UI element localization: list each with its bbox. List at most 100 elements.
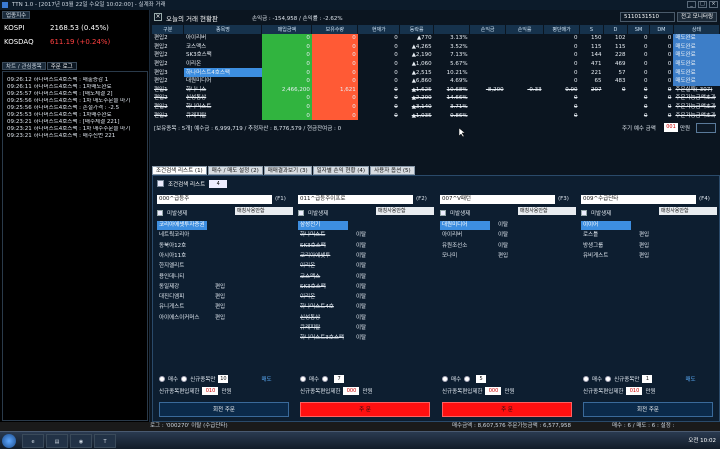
- list-item[interactable]: 네트웍코리아: [157, 231, 287, 240]
- close-icon[interactable]: ×: [154, 13, 162, 21]
- exclude-checkbox[interactable]: [440, 210, 446, 216]
- condition-count-select[interactable]: 4: [209, 179, 228, 188]
- count-input[interactable]: 10: [218, 375, 229, 383]
- condition-select[interactable]: 009^수급단타: [581, 195, 696, 204]
- limit-input[interactable]: 010: [626, 387, 643, 395]
- taskbar-app-icon[interactable]: ▤: [46, 434, 68, 448]
- tab-trade-results[interactable]: 매매결과보기 (3): [263, 166, 312, 175]
- account-select[interactable]: 5110131510: [620, 12, 675, 22]
- list-item[interactable]: 아이에스이커머스 편입: [157, 314, 287, 323]
- column-header[interactable]: 등락률: [399, 25, 435, 34]
- column-header[interactable]: [433, 25, 471, 34]
- table-row[interactable]: 편입2 아이리버 0 0 0 ▲770 3.13% 0 150 102 0 0 매도완료: [152, 34, 720, 43]
- column-header[interactable]: 평단매가: [543, 25, 581, 34]
- count-input[interactable]: 5: [476, 375, 487, 383]
- table-row[interactable]: 편입2 이리온 0 0 0 ▲1,060 5.67% 0 471 469 0 0 매도완료: [152, 59, 720, 69]
- buy-radio[interactable]: [442, 376, 448, 382]
- list-item[interactable]: 신성통상 이탈: [298, 314, 428, 323]
- table-row[interactable]: 편입2 대원미디어 0 0 0 ▲6,860 4.69% 0 65 483 0 0 매도완료: [152, 76, 720, 86]
- list-item[interactable]: 유비게스트 편입: [581, 252, 711, 261]
- apply-button[interactable]: [696, 123, 716, 133]
- condition-select[interactable]: 011^급등주이프로: [298, 195, 413, 204]
- list-item[interactable]: 코스맥스 이탈: [298, 273, 428, 282]
- buy-radio[interactable]: [583, 376, 589, 382]
- condition-checkbox[interactable]: [157, 180, 164, 187]
- table-row[interactable]: 편입2 하나머스트 0 0 0 ▲3,140 3.71% 0 0 0 주문가능금액초과: [152, 102, 720, 112]
- order-button[interactable]: 주 문: [300, 402, 430, 417]
- list-item[interactable]: 유니게스트 편입: [157, 303, 287, 312]
- table-row[interactable]: 편입2 코스맥스 0 0 0 ▲4,265 3.52% 0 115 115 0 0 매도완료: [152, 42, 720, 52]
- limit-input[interactable]: 000: [343, 387, 360, 395]
- tab-order-log[interactable]: 주문 로그: [46, 62, 77, 70]
- order-button[interactable]: 회전 주문: [583, 402, 713, 417]
- new-only-radio[interactable]: [464, 376, 471, 382]
- list-item[interactable]: 삼성전기: [298, 221, 428, 230]
- exclude-checkbox[interactable]: [581, 210, 587, 216]
- column-header[interactable]: S: [579, 25, 604, 34]
- list-item[interactable]: 이리온 이탈: [298, 262, 428, 271]
- new-only-radio[interactable]: [181, 376, 188, 382]
- taskbar-app-icon[interactable]: e: [22, 434, 44, 448]
- list-item[interactable]: 한지엘리트: [157, 262, 287, 271]
- tab-index[interactable]: 업종지수: [2, 11, 31, 19]
- list-item[interactable]: 대진디엠피 편입: [157, 293, 287, 302]
- order-button[interactable]: 주 문: [442, 402, 572, 417]
- column-header[interactable]: SM: [627, 25, 650, 34]
- condition-select[interactable]: 007^V패턴: [440, 195, 555, 204]
- list-item[interactable]: 큐캐피탈 이탈: [298, 324, 428, 333]
- maximize-button[interactable]: □: [698, 1, 707, 8]
- column-header[interactable]: 상태: [673, 25, 720, 34]
- list-item[interactable]: 모나미 편입: [440, 252, 570, 261]
- buy-radio[interactable]: [300, 376, 306, 382]
- matching-select[interactable]: 매칭사용안함: [376, 207, 434, 215]
- table-row[interactable]: 편입3 하나머스트4호스팩 0 0 0 ▲2,515 10.21% 0 221 57 0 0 매도완료: [152, 68, 720, 77]
- start-button[interactable]: [2, 434, 16, 448]
- list-item[interactable]: 하나머스트3호스팩 이탈: [298, 334, 428, 343]
- column-header[interactable]: 구분: [152, 25, 185, 34]
- list-item[interactable]: 코리아에셋투 이탈: [298, 252, 428, 261]
- limit-input[interactable]: 000: [485, 387, 502, 395]
- list-item[interactable]: 하나머스트4호 이탈: [298, 303, 428, 312]
- list-item[interactable]: 대원미디어 이탈: [440, 221, 570, 230]
- list-item[interactable]: 하나머스트 이탈: [298, 231, 428, 240]
- column-header[interactable]: 손익금: [469, 25, 507, 34]
- minimize-button[interactable]: _: [687, 1, 696, 8]
- table-row[interactable]: 편입1 하나니스 2,466,200 1,621 0 ▲1,625 10.68% -8,200…: [152, 85, 720, 95]
- order-button[interactable]: 회전 주문: [159, 402, 289, 417]
- list-item[interactable]: 아이리버 이탈: [440, 231, 570, 240]
- column-header[interactable]: 현재가: [357, 25, 401, 34]
- list-item[interactable]: 코리아에셋투자증권: [157, 221, 287, 230]
- list-item[interactable]: 로스틀 편입: [581, 231, 711, 240]
- list-item[interactable]: 동북아12호: [157, 242, 287, 251]
- column-header[interactable]: 손익률: [505, 25, 545, 34]
- tab-buy-sell-settings[interactable]: 매수 / 매도 설정 (2): [207, 166, 263, 175]
- table-row[interactable]: 편입2 신성통상 0 0 0 ▲2,200 14.66% 0 0 0 주문가능금액초과: [152, 94, 720, 103]
- taskbar-app-icon[interactable]: T: [94, 434, 116, 448]
- matching-select[interactable]: 매칭사용안함: [659, 207, 717, 215]
- matching-select[interactable]: 매칭사용안함: [518, 207, 576, 215]
- exclude-checkbox[interactable]: [157, 210, 163, 216]
- count-input[interactable]: 1: [642, 375, 653, 383]
- column-header[interactable]: 종목명: [183, 25, 263, 34]
- list-item[interactable]: 이이어: [581, 221, 711, 230]
- column-header[interactable]: 보유수량: [311, 25, 359, 34]
- tab-user-options[interactable]: 사용자 옵션 (5): [370, 166, 415, 175]
- table-row[interactable]: 편입2 SK3호스팩 0 0 0 ▲2,190 7.13% 0 144 228 0 0 매도완료: [152, 51, 720, 60]
- taskbar-app-icon[interactable]: ◉: [70, 434, 92, 448]
- list-item[interactable]: SK3호스팩 이탈: [298, 283, 428, 292]
- column-header[interactable]: D: [603, 25, 628, 34]
- tab-daily-pnl[interactable]: 일자별 손익 현황 (4): [312, 166, 370, 175]
- list-item[interactable]: 이리온 이탈: [298, 293, 428, 302]
- monitor-button[interactable]: 전고 모니터링: [677, 12, 717, 22]
- list-item[interactable]: 방생그룹 편입: [581, 242, 711, 251]
- order-amount-input[interactable]: 001: [664, 123, 678, 132]
- count-input[interactable]: 7: [334, 375, 345, 383]
- tab-chart-watchlist[interactable]: 차트 / 관심종목: [2, 62, 46, 70]
- column-header[interactable]: DM: [649, 25, 674, 34]
- column-header[interactable]: 매입금액: [261, 25, 313, 34]
- matching-select[interactable]: 매칭사용안함: [235, 207, 293, 215]
- limit-input[interactable]: 010: [202, 387, 219, 395]
- new-only-radio[interactable]: [605, 376, 612, 382]
- table-row[interactable]: 편입2 큐캐피탈 0 0 0 ▲1,035 0.86% 0 0 0 주문가능금액초과: [152, 111, 720, 120]
- list-item[interactable]: 용인데니티: [157, 273, 287, 282]
